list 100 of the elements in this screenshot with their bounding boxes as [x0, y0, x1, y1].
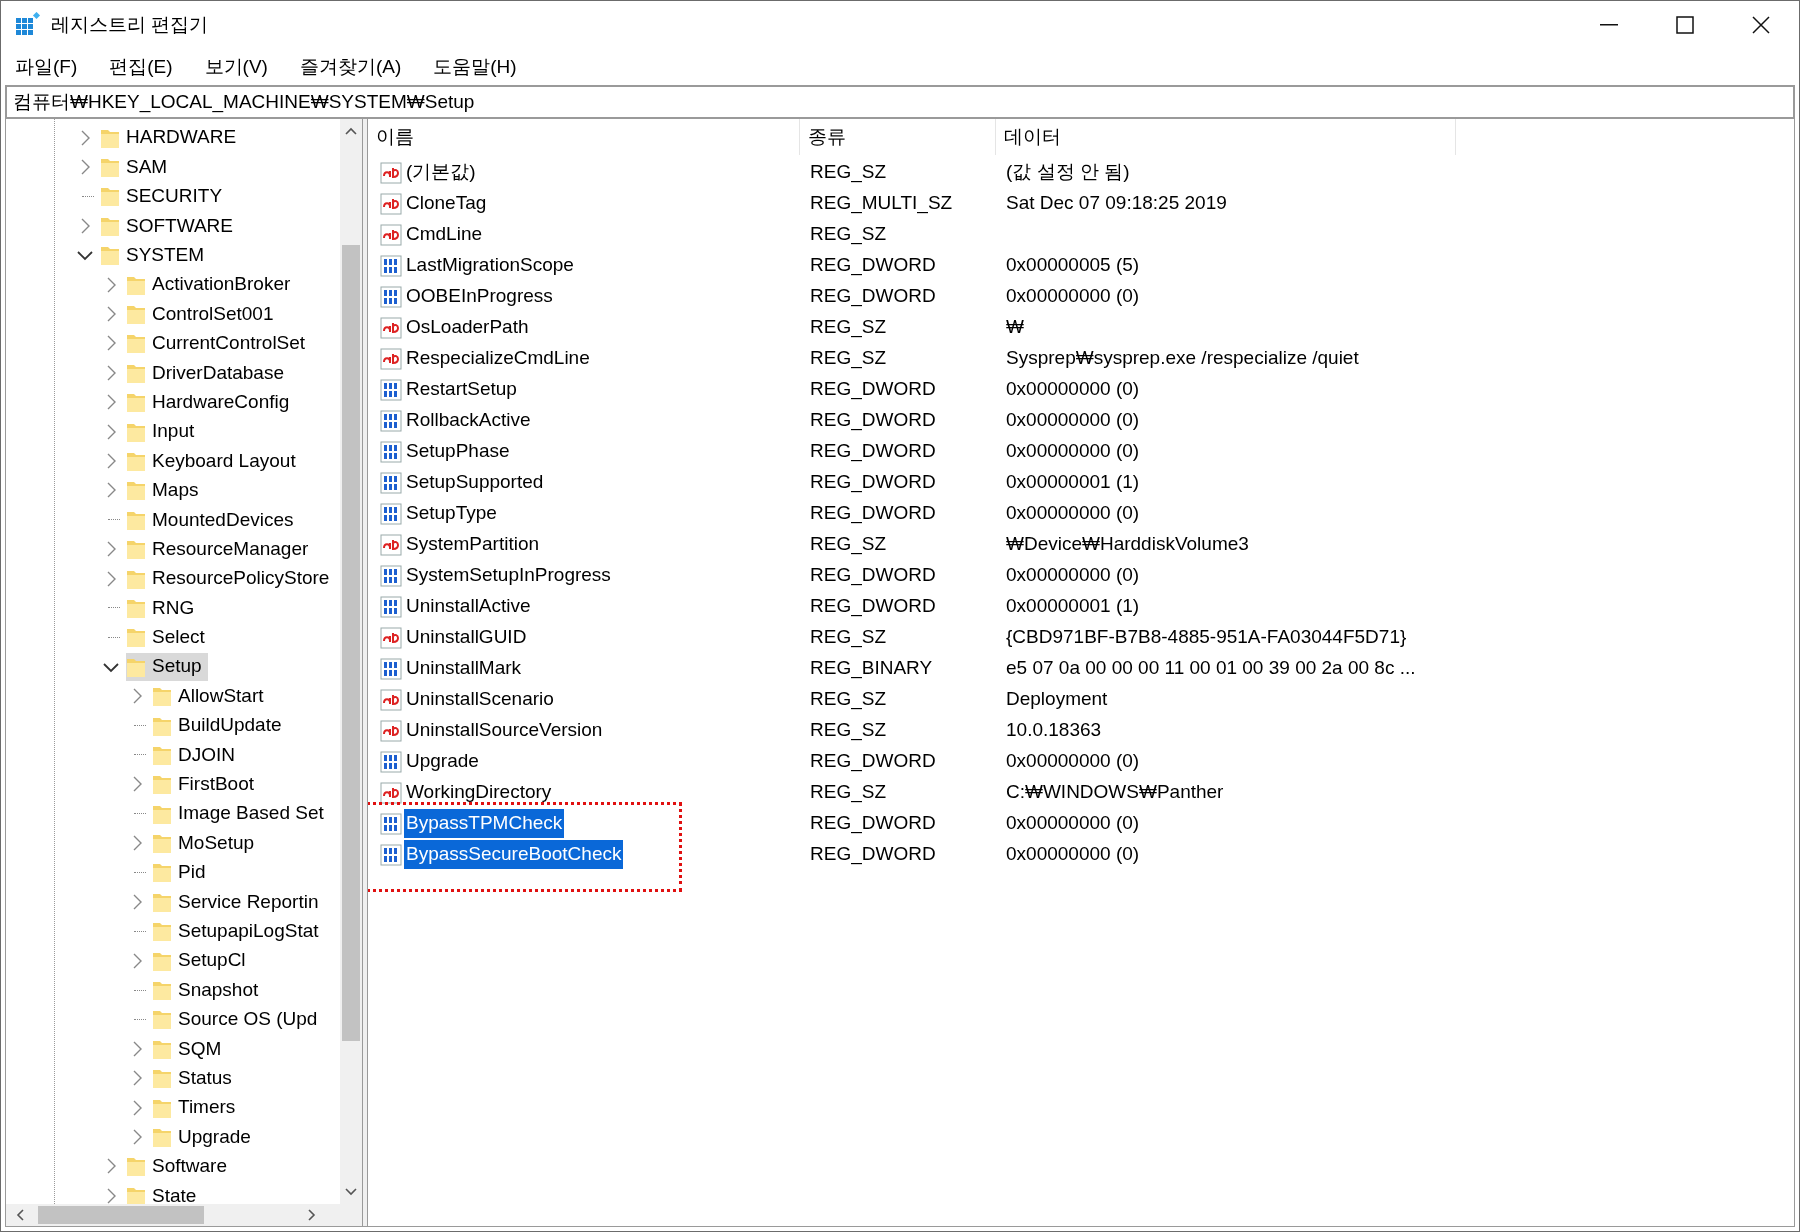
tree-item[interactable]: AllowStart — [152, 682, 270, 711]
tree-item[interactable]: SOFTWARE — [100, 211, 239, 240]
tree-item[interactable]: RNG — [126, 593, 201, 622]
value-name[interactable]: LastMigrationScope — [404, 251, 576, 280]
tree-item[interactable]: SQM — [152, 1034, 228, 1063]
menu-item[interactable]: 편집(E) — [101, 49, 181, 85]
column-header[interactable]: 이름 — [368, 119, 800, 155]
value-name[interactable]: SystemPartition — [404, 530, 542, 559]
tree-item[interactable]: Setup — [126, 652, 208, 681]
value-name[interactable]: Upgrade — [404, 747, 481, 776]
table-cell: 10.0.18363 — [1006, 719, 1102, 741]
value-name[interactable]: RollbackActive — [404, 406, 533, 435]
folder-icon — [126, 1155, 146, 1178]
maximize-icon — [1676, 16, 1694, 34]
value-name[interactable]: SetupSupported — [404, 468, 546, 497]
tree-item[interactable]: FirstBoot — [152, 770, 261, 799]
value-name[interactable]: UninstallSourceVersion — [404, 716, 605, 745]
tree-item[interactable]: Snapshot — [152, 976, 265, 1004]
tree-item[interactable]: Pid — [152, 858, 212, 887]
tree-item[interactable]: Keyboard Layout — [126, 447, 302, 475]
tree-item[interactable]: SAM — [100, 153, 174, 182]
value-name[interactable]: SystemSetupInProgress — [404, 561, 613, 590]
tree-item[interactable]: Status — [152, 1064, 238, 1093]
folder-icon — [126, 391, 146, 414]
value-name[interactable]: WorkingDirectory — [404, 778, 554, 807]
table-cell: REG_DWORD — [810, 378, 936, 400]
value-name[interactable]: UninstallMark — [404, 654, 524, 683]
menu-item[interactable]: 도움말(H) — [425, 49, 525, 85]
value-name[interactable]: SetupPhase — [404, 437, 512, 466]
tree-item[interactable]: Timers — [152, 1093, 242, 1122]
value-name[interactable]: OsLoaderPath — [404, 313, 531, 342]
tree-item[interactable]: ResourceManager — [126, 535, 315, 564]
table-cell: REG_DWORD — [810, 843, 936, 865]
value-name[interactable]: BypassSecureBootCheck — [404, 840, 624, 869]
table-cell: 0x00000000 (0) — [1006, 285, 1140, 307]
table-cell: REG_DWORD — [810, 440, 936, 462]
tree-item[interactable]: State — [126, 1181, 203, 1204]
table-cell: REG_SZ — [810, 316, 887, 338]
tree-item[interactable]: Maps — [126, 476, 205, 505]
address-bar[interactable]: 컴퓨터₩HKEY_LOCAL_MACHINE₩SYSTEM₩Setup — [5, 85, 1795, 119]
folder-icon — [152, 685, 172, 708]
tree-item[interactable]: ResourcePolicyStore — [126, 564, 336, 593]
value-name[interactable]: BypassTPMCheck — [404, 809, 565, 838]
value-name[interactable]: UninstallGUID — [404, 623, 529, 652]
value-name[interactable]: (기본값) — [404, 158, 478, 187]
tree-item[interactable]: HardwareConfig — [126, 388, 296, 417]
table-cell: REG_DWORD — [810, 254, 936, 276]
menu-item[interactable]: 파일(F) — [7, 49, 86, 85]
folder-icon — [126, 538, 146, 561]
tree-item[interactable]: CurrentControlSet — [126, 329, 312, 358]
column-header[interactable]: 종류 — [800, 119, 996, 155]
table-cell: REG_DWORD — [810, 750, 936, 772]
scrollbar-thumb[interactable] — [342, 245, 360, 1041]
tree-item[interactable]: MoSetup — [152, 829, 261, 858]
window-title: 레지스트리 편집기 — [51, 12, 209, 37]
value-name[interactable]: OOBEInProgress — [404, 282, 555, 311]
tree-item[interactable]: HARDWARE — [100, 123, 243, 152]
string-value-icon — [380, 347, 402, 370]
tree-item[interactable]: Upgrade — [152, 1122, 257, 1151]
binary-value-icon — [380, 657, 402, 680]
menu-item[interactable]: 즐겨찾기(A) — [291, 49, 410, 85]
table-cell: REG_MULTI_SZ — [810, 192, 953, 214]
string-value-icon — [380, 533, 402, 556]
table-cell: REG_DWORD — [810, 812, 936, 834]
string-value-icon — [380, 316, 402, 339]
value-name[interactable]: RestartSetup — [404, 375, 519, 404]
tree-item[interactable]: MountedDevices — [126, 505, 300, 534]
folder-icon — [100, 244, 120, 267]
tree-item[interactable]: Input — [126, 417, 201, 446]
horizontal-scrollbar[interactable] — [6, 1204, 362, 1226]
value-name[interactable]: SetupType — [404, 499, 499, 528]
tree-item[interactable]: DriverDatabase — [126, 358, 290, 387]
vertical-scrollbar[interactable] — [340, 119, 362, 1204]
value-name[interactable]: UninstallActive — [404, 592, 533, 621]
tree-item[interactable]: ControlSet001 — [126, 300, 280, 329]
binary-value-icon — [380, 471, 402, 494]
table-cell: REG_DWORD — [810, 285, 936, 307]
value-name[interactable]: CloneTag — [404, 189, 489, 218]
tree-item[interactable]: Service Reportin — [152, 887, 325, 916]
value-name[interactable]: CmdLine — [404, 220, 485, 249]
tree-item[interactable]: DJOIN — [152, 740, 241, 769]
tree-item[interactable]: SetupCl — [152, 946, 252, 975]
tree-item[interactable]: BuildUpdate — [152, 711, 288, 740]
table-cell: REG_SZ — [810, 781, 887, 803]
tree-item[interactable]: Software — [126, 1152, 233, 1181]
tree-item[interactable]: SetupapiLogStat — [152, 917, 325, 946]
column-header[interactable]: 데이터 — [996, 119, 1456, 155]
tree-item[interactable]: Select — [126, 623, 211, 652]
binary-value-icon — [380, 440, 402, 463]
string-value-icon — [380, 161, 402, 184]
scrollbar-thumb[interactable] — [38, 1206, 204, 1224]
tree-item[interactable]: SYSTEM — [100, 241, 211, 270]
value-name[interactable]: RespecializeCmdLine — [404, 344, 592, 373]
folder-icon — [152, 861, 172, 884]
tree-item[interactable]: Source OS (Upd — [152, 1005, 324, 1034]
tree-item[interactable]: SECURITY — [100, 182, 229, 211]
tree-item[interactable]: ActivationBroker — [126, 270, 297, 299]
menu-item[interactable]: 보기(V) — [196, 49, 276, 85]
tree-item[interactable]: Image Based Set — [152, 799, 330, 828]
value-name[interactable]: UninstallScenario — [404, 685, 556, 714]
